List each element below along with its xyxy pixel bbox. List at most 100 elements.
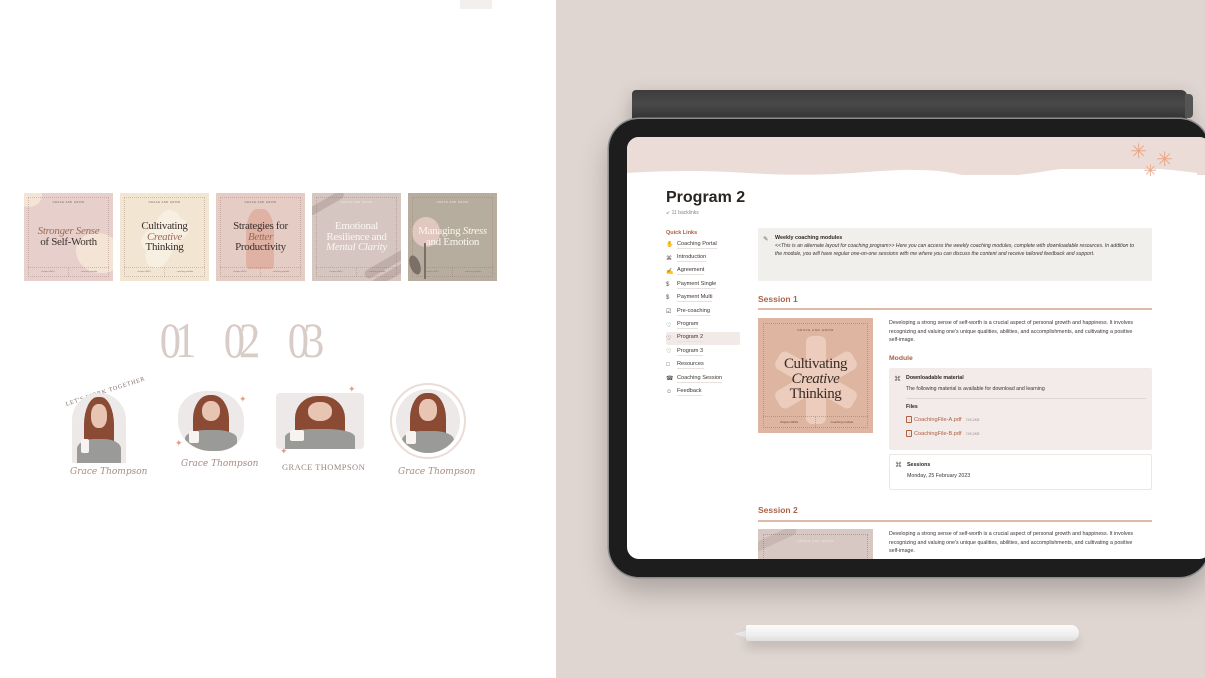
step-numbers: 01 02 03 [157,311,325,369]
cover-card: GRACE AND GROW Managing Stress and Emotio… [408,193,497,281]
notion-page: ✳ ✳ ✳ Program 2 ↙ 11 backlinks Quick Lin… [627,137,1205,559]
feedback-icon: ☺ [666,388,673,395]
sparkle-icon: ✦ [175,438,183,448]
quick-link-coaching-portal[interactable]: ✋ Coaching Portal [666,238,740,251]
cover-title: Managing Stress and Emotion [418,225,487,248]
session-1-description: Developing a strong sense of self-worth … [889,320,1134,343]
command-icon: ⌘ [895,462,902,469]
command-icon: ⌘ [894,376,901,383]
quick-link-agreement[interactable]: ✍ Agreement [666,265,740,278]
cover-brand: GRACE AND GROW [148,201,181,204]
ipad-mockup-panel: ✳ ✳ ✳ Program 2 ↙ 11 backlinks Quick Lin… [556,0,1205,678]
sparkle-icon: ✦ [348,384,356,394]
cover-brand: GRACE AND GROW [52,201,85,204]
checkbox-icon: ☑ [666,309,672,316]
cover-card: GRACE AND GROW Emotional Resilience and Me… [312,193,401,281]
quick-link-program[interactable]: ♡ Program [666,318,740,331]
command-icon: ⌘ [666,255,672,262]
file-link[interactable]: ↓ CoachingFile-B.pdf 749.2KB [906,430,979,437]
divider [758,520,1152,522]
divider [758,308,1152,310]
signature: Grace Thompson [398,467,476,477]
quick-link-payment-single[interactable]: $ Payment Single [666,278,740,291]
session-2-thumbnail[interactable]: GRACE AND GROW [758,529,873,559]
sparkle-icon: ✳ [1143,163,1157,180]
cover-gallery: GRACE AND GROW Stronger Sense of Self-Wor… [24,193,497,281]
portrait-photo [72,393,126,463]
step-number: 02 [223,312,261,368]
pdf-file-icon: ↓ [906,416,912,423]
step-number: 01 [159,312,197,368]
cover-card: GRACE AND GROW Stronger Sense of Self-Wor… [24,193,113,281]
callout-title: Weekly coaching modules [775,235,843,241]
signature-icon: ✍ [666,268,674,275]
quick-links-nav: Quick Links ✋ Coaching Portal ⌘ Introducti… [666,230,740,399]
corner-chip [460,0,492,9]
cover-brand: GRACE AND GROW [244,201,277,204]
caps-name: GRACE THOMPSON [282,462,366,472]
signature: Grace Thompson [181,459,259,469]
callout-body: <<This is an alternate layout for coachi… [775,243,1135,257]
module-heading: Module [889,355,913,362]
sparkle-icon: ✦ [239,394,247,404]
heart-chat-icon: ♡ [666,335,672,342]
callout-weekly-modules: ✎ Weekly coaching modules <<This is an a… [758,228,1152,281]
quick-link-pre-coaching[interactable]: ☑ Pre-coaching [666,305,740,318]
cover-title: Emotional Resilience and Mental Clarity [326,220,387,253]
left-showcase-panel: GRACE AND GROW Stronger Sense of Self-Wor… [0,0,556,678]
portrait-photo [276,393,364,449]
sessions-title: Sessions [907,462,931,468]
quick-link-introduction[interactable]: ⌘ Introduction [666,251,740,264]
sessions-callout: ⌘ Sessions Monday, 25 February 2023 [889,454,1152,490]
quick-link-payment-multi[interactable]: $ Payment Multi [666,292,740,305]
quick-link-feedback[interactable]: ☺ Feedback [666,385,740,398]
file-link[interactable]: ↓ CoachingFile-A.pdf 749.2KB [906,416,979,423]
page-title: Program 2 [666,189,746,206]
quick-links-heading: Quick Links [666,230,698,236]
cover-title: Stronger Sense of Self-Worth [37,225,100,248]
ipad-device: ✳ ✳ ✳ Program 2 ↙ 11 backlinks Quick Lin… [609,119,1205,577]
page-cover-banner: ✳ ✳ ✳ [627,137,1205,180]
signature: Grace Thompson [70,467,148,477]
heart-chat-icon: ♡ [666,349,672,356]
backlinks-link[interactable]: ↙ 11 backlinks [666,210,699,216]
profile-brush: ✦ ✦ GRACE THOMPSON [276,383,372,483]
pdf-file-icon: ↓ [906,430,912,437]
cover-card: GRACE AND GROW Strategies for Better Produ… [216,193,305,281]
files-heading: Files [906,404,918,410]
session-2-description: Developing a strong sense of self-worth … [889,531,1134,554]
quick-link-resources[interactable]: □ Resources [666,359,740,372]
sparkle-icon: ✦ [280,446,288,456]
quick-link-program-2[interactable]: ♡ Program 2 [666,331,740,346]
cover-brand: GRACE AND GROW [436,201,469,204]
portrait-photo [178,391,244,451]
cover-title: Cultivating Creative Thinking [141,220,188,253]
sparkle-icon: ✳ [1156,149,1173,171]
session-date: Monday, 25 February 2023 [907,473,971,479]
handshake-icon: ✋ [666,242,674,249]
cover-title: Strategies for Better Productivity [233,220,288,253]
module-callout: ⌘ Downloadable material The following ma… [889,368,1152,450]
profile-blob: ✦ ✦ Grace Thompson [175,383,259,483]
apple-pencil [746,625,1079,641]
quick-link-program-3[interactable]: ♡ Program 3 [666,345,740,358]
step-number: 03 [287,312,325,368]
profile-circle: Grace Thompson [390,383,480,483]
profile-arch: LET'S WORK TOGETHER Grace Thompson [60,376,150,483]
cover-brand: GRACE AND GROW [340,201,373,204]
cover-card: GRACE AND GROW Cultivating Creative Thinki… [120,193,209,281]
session-1-heading: Session 1 [758,294,798,304]
phone-icon: ☎ [666,376,674,383]
document-icon: □ [666,362,670,369]
session-1-thumbnail[interactable]: GRACE AND GROW Cultivating Creative Thinki… [758,318,873,433]
module-subtitle: The following material is available for … [906,386,1045,392]
session-2-heading: Session 2 [758,505,798,515]
dollar-icon: $ [666,295,670,302]
heart-chat-icon: ♡ [666,322,672,329]
quick-link-coaching-session[interactable]: ☎ Coaching Session [666,372,740,385]
dollar-icon: $ [666,281,670,288]
magic-wand-icon: ✎ [763,236,769,243]
portrait-photo [396,389,460,453]
module-title: Downloadable material [906,375,964,381]
profile-graphics: LET'S WORK TOGETHER Grace Thompson ✦ ✦ G… [60,376,480,483]
